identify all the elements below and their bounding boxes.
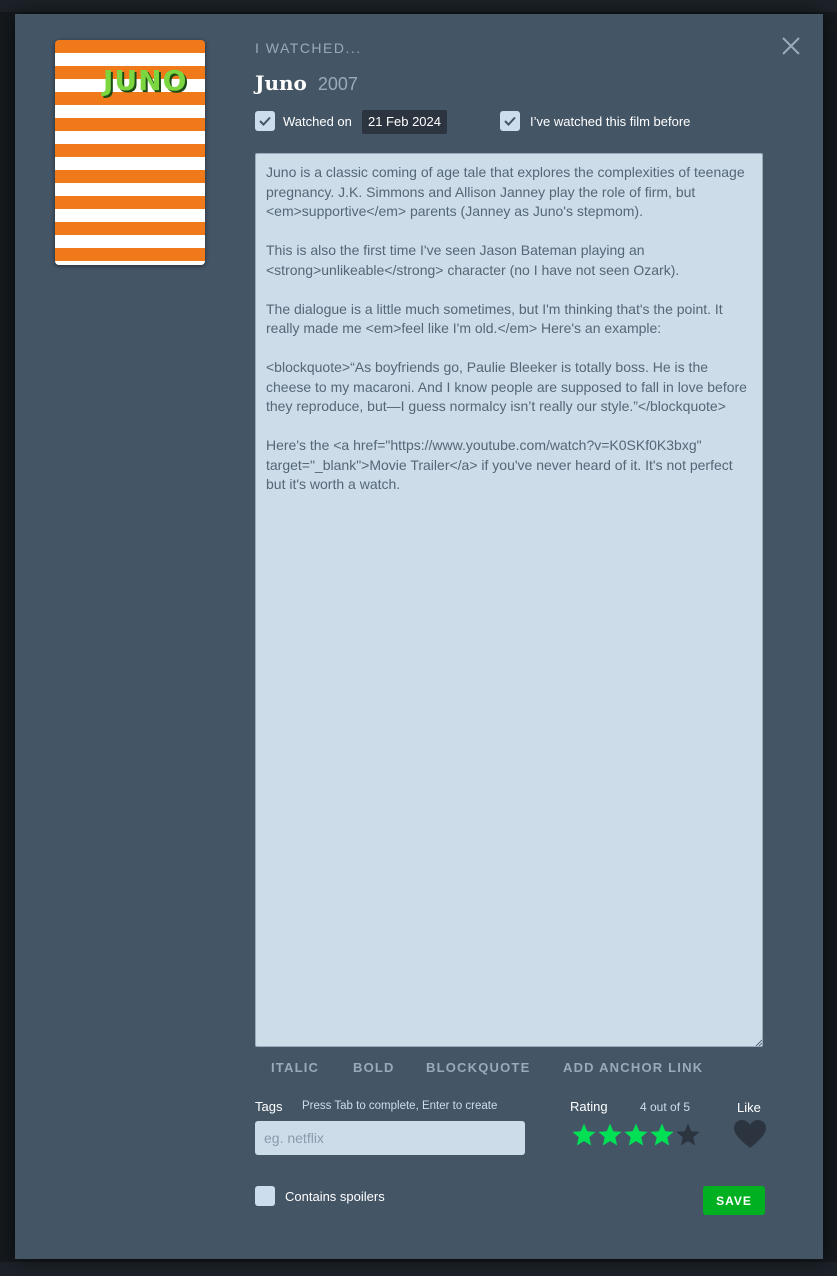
- watched-on-checkbox[interactable]: [255, 111, 275, 131]
- log-film-modal: JUNO I WATCHED... Juno 2007 Watched on 2…: [15, 14, 823, 1259]
- modal-heading: I WATCHED...: [255, 40, 362, 56]
- film-poster: JUNO: [55, 40, 205, 265]
- resize-handle-icon[interactable]: [755, 1039, 763, 1047]
- add-anchor-link-button[interactable]: ADD ANCHOR LINK: [563, 1060, 703, 1075]
- bold-button[interactable]: BOLD: [353, 1060, 395, 1075]
- star-rating[interactable]: [571, 1122, 701, 1148]
- spoilers-checkbox[interactable]: [255, 1186, 275, 1206]
- poster-title: JUNO: [103, 64, 188, 97]
- watched-on-label: Watched on: [283, 114, 352, 129]
- film-title: Juno: [255, 71, 307, 95]
- rating-label: Rating: [570, 1099, 608, 1114]
- film-year: 2007: [317, 74, 358, 94]
- spoilers-label: Contains spoilers: [285, 1189, 385, 1204]
- italic-button[interactable]: ITALIC: [271, 1060, 319, 1075]
- star-icon[interactable]: [623, 1122, 649, 1148]
- star-icon[interactable]: [597, 1122, 623, 1148]
- close-icon[interactable]: [781, 36, 801, 56]
- checkmark-icon: [504, 116, 516, 126]
- save-button[interactable]: SAVE: [703, 1186, 765, 1215]
- like-label: Like: [737, 1100, 761, 1115]
- film-title-line: Juno 2007: [255, 71, 358, 95]
- tags-hint: Press Tab to complete, Enter to create: [302, 1100, 498, 1112]
- watched-date-picker[interactable]: 21 Feb 2024: [362, 110, 447, 134]
- checkmark-icon: [259, 116, 271, 126]
- tags-input[interactable]: [255, 1121, 525, 1155]
- star-icon[interactable]: [675, 1122, 701, 1148]
- rating-readout: 4 out of 5: [640, 1100, 691, 1114]
- review-textarea[interactable]: Juno is a classic coming of age tale tha…: [255, 153, 763, 1047]
- blockquote-button[interactable]: BLOCKQUOTE: [426, 1060, 530, 1075]
- rewatch-label: I’ve watched this film before: [530, 114, 691, 129]
- star-icon[interactable]: [649, 1122, 675, 1148]
- heart-icon[interactable]: [734, 1120, 766, 1149]
- tags-label: Tags: [255, 1099, 283, 1114]
- star-icon[interactable]: [571, 1122, 597, 1148]
- rewatch-checkbox[interactable]: [500, 111, 520, 131]
